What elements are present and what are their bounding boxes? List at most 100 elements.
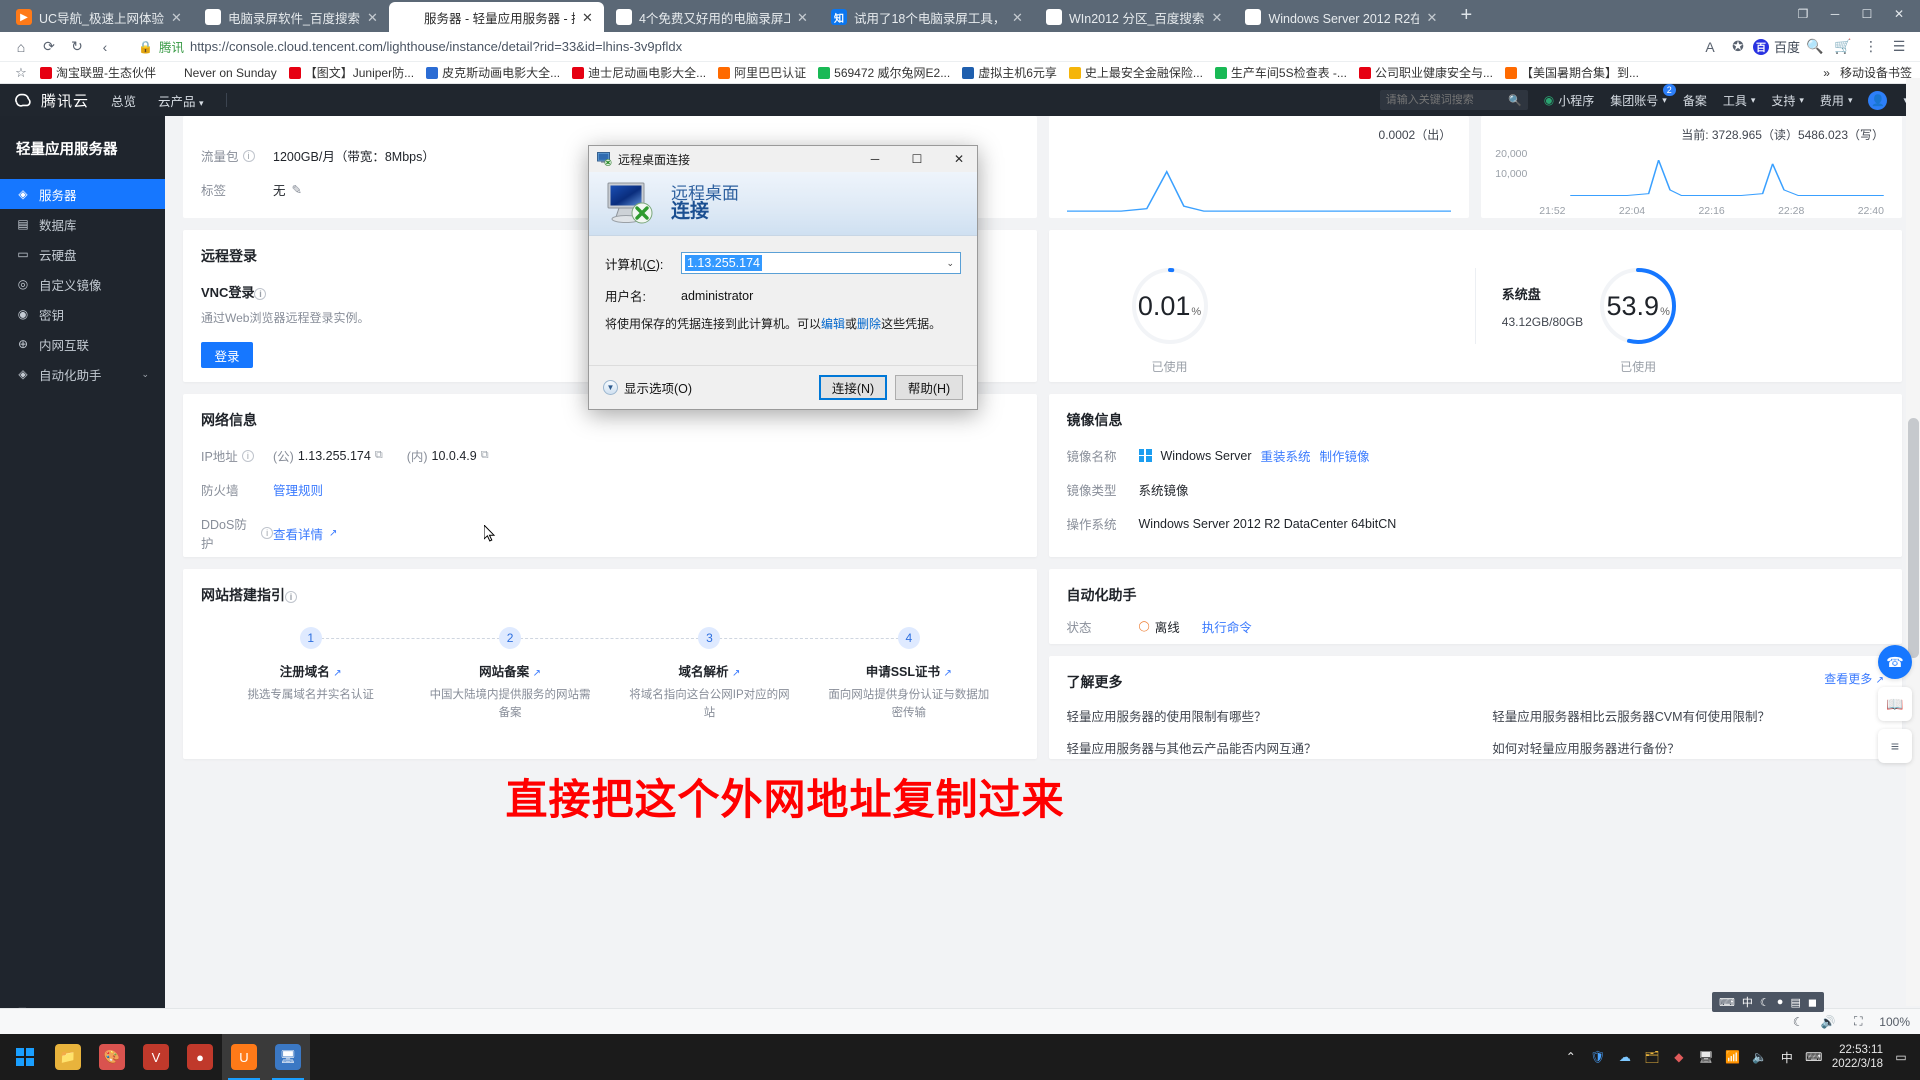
- faq-item[interactable]: 轻量应用服务器与其他云产品能否内网互通？: [1067, 738, 1459, 757]
- header-item-miniprogram[interactable]: ◉ 小程序: [1544, 92, 1595, 109]
- scrollbar-thumb[interactable]: [1908, 418, 1919, 658]
- bookmark-item[interactable]: 【图文】Juniper防...: [283, 64, 420, 81]
- tab-close-icon[interactable]: ✕: [1426, 11, 1440, 24]
- nav-overview[interactable]: 总览: [111, 91, 136, 110]
- guide-step-0[interactable]: 1 注册域名 ↗ 挑选专属域名并实名认证: [211, 627, 511, 723]
- window-minimize-icon[interactable]: ─: [1820, 2, 1850, 26]
- search-icon[interactable]: 🔍: [1802, 35, 1828, 59]
- tencent-cloud-logo[interactable]: 腾讯云: [12, 90, 111, 111]
- cart-icon[interactable]: 🛒: [1830, 35, 1856, 59]
- bookmark-item[interactable]: 虚拟主机6元享: [956, 64, 1063, 81]
- browser-tab-6[interactable]: 熊 Windows Server 2012 R2在 ✕: [1233, 2, 1448, 32]
- step-title[interactable]: 网站备案 ↗: [410, 661, 609, 680]
- browser-tab-3[interactable]: 熊 4个免费又好用的电脑录屏工具 ✕: [604, 2, 819, 32]
- info-icon[interactable]: i: [254, 288, 267, 300]
- alert-icon[interactable]: ◆: [1670, 1050, 1688, 1064]
- copy-icon[interactable]: ⧉: [481, 449, 489, 462]
- zoom-level[interactable]: 100%: [1879, 1015, 1910, 1029]
- back-icon[interactable]: ‹: [92, 35, 118, 59]
- faq-item[interactable]: 轻量应用服务器相比云服务器CVM有何使用限制？: [1492, 706, 1884, 725]
- search-engine-selector[interactable]: 百 百度: [1752, 37, 1800, 56]
- connect-button[interactable]: 连接(N): [819, 375, 887, 400]
- bookmark-item[interactable]: 569472 威尔兔网E2...: [812, 64, 956, 81]
- bookmark-star-icon[interactable]: ☆: [8, 62, 34, 83]
- bookmark-overflow-icon[interactable]: »: [1823, 66, 1830, 80]
- moon-icon[interactable]: ☾: [1789, 1015, 1807, 1029]
- sidebar-item-2[interactable]: ▭ 云硬盘: [0, 239, 165, 269]
- dialog-minimize-button[interactable]: ─: [857, 146, 893, 172]
- window-maximize-icon[interactable]: ☐: [1852, 2, 1882, 26]
- browser-tab-1[interactable]: 熊电脑录屏软件_百度搜索 ✕: [193, 2, 389, 32]
- guide-step-3[interactable]: 4 申请SSL证书 ↗ 面向网站提供身份认证与数据加密传输: [809, 627, 1008, 723]
- console-search[interactable]: 🔍: [1379, 90, 1528, 110]
- tray-chevron-icon[interactable]: ⌃: [1562, 1050, 1580, 1064]
- guide-step-2[interactable]: 3 域名解析 ↗ 将域名指向这台公网IP对应的网站: [610, 627, 909, 723]
- clock[interactable]: 22:53:11 2022/3/18: [1832, 1043, 1883, 1072]
- tab-close-icon[interactable]: ✕: [582, 11, 596, 24]
- bookmark-item[interactable]: 【美国暑期合集】到...: [1499, 64, 1645, 81]
- sidebar-item-1[interactable]: ▤ 数据库: [0, 209, 165, 239]
- tab-close-icon[interactable]: ✕: [797, 11, 811, 24]
- browser-tab-2[interactable]: ☁ 服务器 - 轻量应用服务器 - 控 ✕: [388, 2, 604, 32]
- bookmark-item[interactable]: 阿里巴巴认证: [712, 64, 812, 81]
- shield-icon[interactable]: 🛡: [1589, 1050, 1607, 1064]
- notifications-icon[interactable]: ▭: [1892, 1050, 1910, 1064]
- tab-close-icon[interactable]: ✕: [367, 11, 381, 24]
- volume-icon[interactable]: 🔊: [1819, 1015, 1837, 1029]
- bookmark-item[interactable]: 迪士尼动画电影大全...: [566, 64, 712, 81]
- edit-icon[interactable]: ✎: [292, 182, 302, 197]
- monitor-icon[interactable]: 🖥: [1697, 1050, 1715, 1064]
- remote-desktop-dialog[interactable]: 远程桌面连接 ─ ☐ ✕ 远程桌面 连接 计算机(C): 1.13.255.17…: [588, 145, 978, 410]
- sidebar-item-0[interactable]: ◈ 服务器: [0, 179, 165, 209]
- home-icon[interactable]: ⌂: [8, 35, 34, 59]
- sidebar-item-5[interactable]: ⊕ 内网互联: [0, 329, 165, 359]
- search-input[interactable]: [1385, 94, 1504, 106]
- browser-tab-5[interactable]: 熊 WIn2012 分区_百度搜索 ✕: [1034, 2, 1233, 32]
- translate-icon[interactable]: A: [1697, 35, 1723, 59]
- taskbar-app-4[interactable]: U: [222, 1034, 266, 1080]
- taskbar-app-1[interactable]: 🎨: [90, 1034, 134, 1080]
- header-item-fee[interactable]: 费用 ▾: [1820, 92, 1853, 109]
- browser-tab-4[interactable]: 知试用了18个电脑录屏工具，我 ✕: [819, 2, 1034, 32]
- step-title[interactable]: 注册域名 ↗: [211, 661, 410, 680]
- network-icon[interactable]: 📶: [1724, 1050, 1742, 1064]
- user-menu-icon[interactable]: ☰: [1886, 35, 1912, 59]
- list-icon[interactable]: ≡: [1878, 729, 1912, 763]
- tab-close-icon[interactable]: ✕: [171, 11, 185, 24]
- window-close-icon[interactable]: ✕: [1884, 2, 1914, 26]
- execute-command-link[interactable]: 执行命令: [1202, 617, 1252, 636]
- ime-indicator[interactable]: ⌨ 中 ☾ ● ▤ ◼: [1712, 992, 1824, 1012]
- copy-icon[interactable]: ⧉: [375, 449, 383, 462]
- bookmark-item[interactable]: 史上最安全金融保险...: [1063, 64, 1209, 81]
- refresh-icon[interactable]: ⟳: [36, 35, 62, 59]
- tab-close-icon[interactable]: ✕: [1211, 11, 1225, 24]
- header-item-tools[interactable]: 工具 ▾: [1723, 92, 1756, 109]
- chevron-down-icon[interactable]: ⌄: [946, 258, 958, 269]
- search-icon[interactable]: 🔍: [1508, 94, 1522, 107]
- folder-icon[interactable]: 🗂: [1643, 1050, 1661, 1064]
- shield-icon[interactable]: ✪: [1725, 35, 1751, 59]
- window-restore-small-icon[interactable]: ❐: [1788, 2, 1818, 26]
- faq-more-link[interactable]: 查看更多 ↗: [1824, 670, 1884, 687]
- taskbar-app-2[interactable]: V: [134, 1034, 178, 1080]
- keyboard-icon[interactable]: ⌨: [1805, 1050, 1823, 1064]
- faq-item[interactable]: 轻量应用服务器的使用限制有哪些？: [1067, 706, 1459, 725]
- new-tab-button[interactable]: +: [1448, 5, 1484, 28]
- history-icon[interactable]: ↻: [64, 35, 90, 59]
- create-image-link[interactable]: 制作镜像: [1320, 446, 1370, 465]
- ime-mode[interactable]: 中: [1742, 994, 1753, 1010]
- info-icon[interactable]: i: [261, 527, 273, 539]
- browser-tab-0[interactable]: ▶ UC导航_极速上网体验 ✕: [4, 2, 193, 32]
- dialog-titlebar[interactable]: 远程桌面连接 ─ ☐ ✕: [589, 146, 977, 172]
- dialog-close-button[interactable]: ✕: [941, 146, 977, 172]
- dialog-maximize-button[interactable]: ☐: [899, 146, 935, 172]
- taskbar-app-3[interactable]: ●: [178, 1034, 222, 1080]
- info-icon[interactable]: i: [241, 449, 254, 462]
- computer-combobox[interactable]: 1.13.255.174 ⌄: [681, 252, 961, 274]
- sidebar-item-6[interactable]: ◈ 自动化助手 ⌄: [0, 359, 165, 389]
- mobile-bookmarks-label[interactable]: 移动设备书签: [1840, 64, 1912, 81]
- delete-credentials-link[interactable]: 删除: [857, 317, 881, 331]
- bookmark-item[interactable]: ▶ Never on Sunday: [162, 66, 283, 80]
- address-bar[interactable]: 🔒 腾讯 https://console.cloud.tencent.com/l…: [128, 34, 1687, 59]
- show-options-toggle[interactable]: ▼ 显示选项(O): [603, 378, 692, 397]
